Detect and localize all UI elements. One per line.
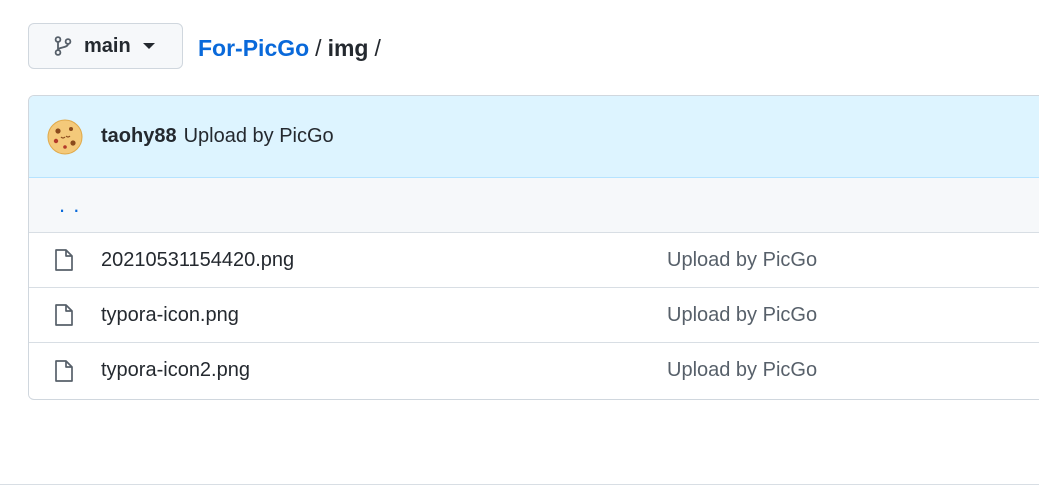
parent-directory-link[interactable]: . .	[59, 192, 80, 218]
branch-name: main	[84, 34, 131, 57]
file-row[interactable]: 20210531154420.png Upload by PicGo	[29, 233, 1039, 288]
file-commit-message-link[interactable]: Upload by PicGo	[667, 249, 817, 272]
file-list-container: taohy88 Upload by PicGo . . 202105311544…	[28, 95, 1039, 400]
breadcrumb-trailing-separator: /	[374, 35, 381, 61]
file-row[interactable]: typora-icon2.png Upload by PicGo	[29, 343, 1039, 398]
file-commit-message-link[interactable]: Upload by PicGo	[667, 304, 817, 327]
file-name-link[interactable]: typora-icon.png	[101, 304, 239, 327]
file-name-link[interactable]: typora-icon2.png	[101, 359, 250, 382]
file-icon	[54, 303, 74, 327]
branch-selector-button[interactable]: main	[28, 23, 183, 69]
cookie-avatar-icon[interactable]	[47, 119, 83, 155]
breadcrumb: For-PicGo / img /	[198, 34, 387, 62]
file-commit-message-link[interactable]: Upload by PicGo	[667, 359, 817, 382]
breadcrumb-repo-link[interactable]: For-PicGo	[198, 35, 309, 61]
breadcrumb-current-folder: img	[327, 35, 369, 61]
file-row[interactable]: typora-icon.png Upload by PicGo	[29, 288, 1039, 343]
git-branch-icon	[54, 36, 72, 56]
caret-down-icon	[142, 42, 155, 50]
file-icon	[54, 359, 74, 383]
parent-directory-row[interactable]: . .	[29, 178, 1039, 233]
commit-author-link[interactable]: taohy88	[101, 125, 177, 148]
commit-message-link[interactable]: Upload by PicGo	[184, 125, 334, 148]
file-icon	[54, 248, 74, 272]
latest-commit-header: taohy88 Upload by PicGo	[29, 96, 1039, 178]
file-name-link[interactable]: 20210531154420.png	[101, 249, 294, 272]
bottom-divider	[0, 484, 1039, 485]
breadcrumb-separator: /	[315, 35, 322, 61]
